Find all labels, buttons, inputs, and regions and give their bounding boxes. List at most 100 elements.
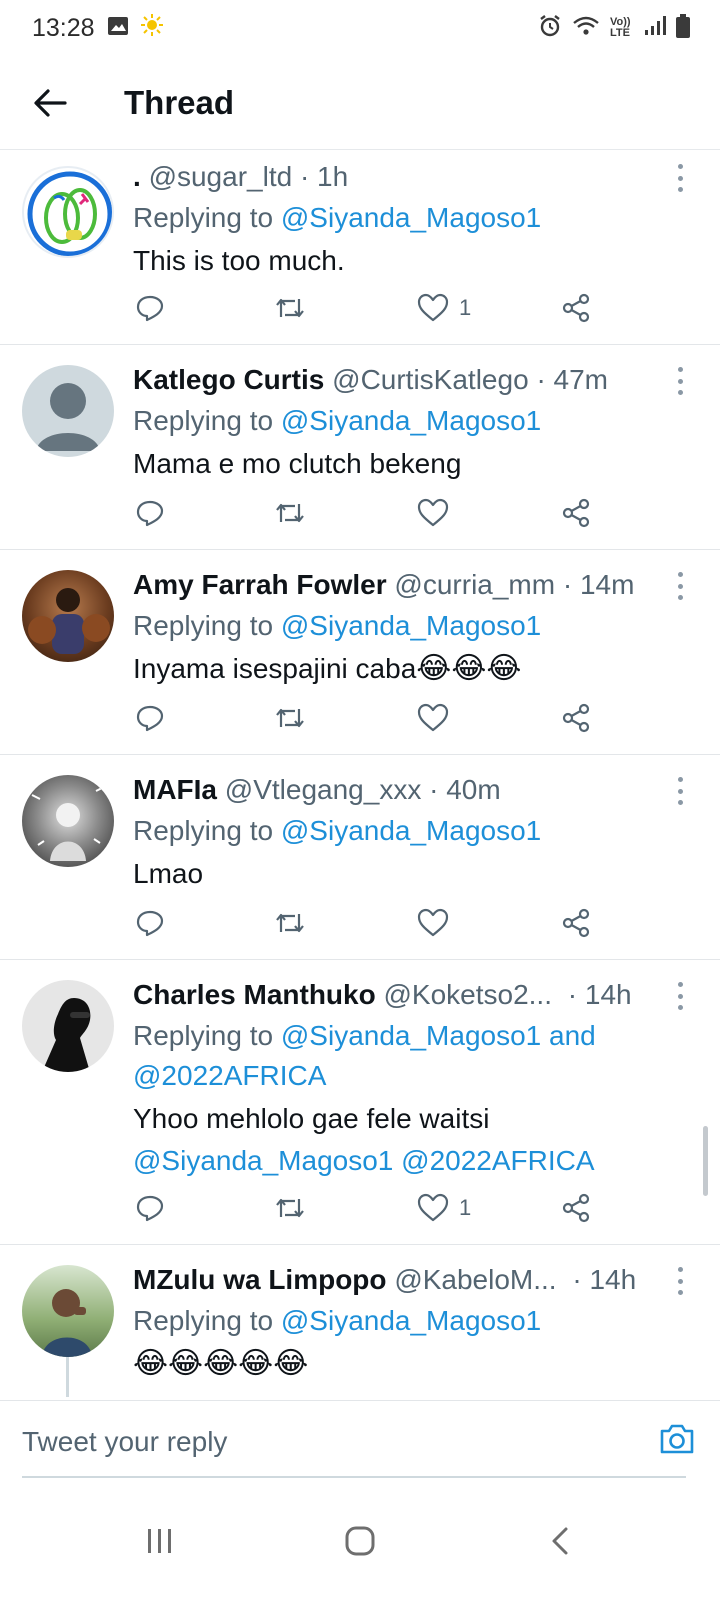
mention-link[interactable]: @Siyanda_Magoso1 (281, 202, 541, 233)
tweet-item[interactable]: . @sugar_ltd · 1h Replying to @Siyanda_M… (0, 150, 720, 345)
retweet-button[interactable] (273, 1193, 307, 1223)
like-button[interactable]: 1 (417, 1193, 471, 1223)
retweet-button[interactable] (273, 498, 307, 528)
avatar[interactable] (22, 570, 114, 662)
alarm-icon (538, 14, 562, 43)
reply-icon (136, 910, 164, 937)
mention-link[interactable]: @Siyanda_Magoso1 (281, 815, 541, 846)
status-bar: 13:28 Vo)) LTE (0, 0, 720, 56)
retweet-icon (276, 298, 304, 318)
display-name[interactable]: MZulu wa Limpopo (133, 1264, 387, 1295)
tweet-time: · 47m (536, 364, 609, 395)
tweet-item[interactable]: Amy Farrah Fowler @curria_mm · 14m Reply… (0, 550, 720, 755)
more-options-button[interactable] (670, 982, 690, 1010)
mention-link[interactable]: @Siyanda_Magoso1 (133, 1145, 393, 1176)
user-handle: @Koketso2... (383, 979, 552, 1010)
tweet-text: Inyama isespajini caba😂😂😂 (133, 652, 522, 685)
retweet-icon (276, 708, 304, 728)
share-icon (562, 293, 590, 323)
reply-button[interactable] (135, 908, 165, 938)
thread-connector (66, 1357, 69, 1397)
tweet-actions (133, 698, 600, 738)
replying-to: Replying to @Siyanda_Magoso1 (133, 1305, 542, 1336)
share-button[interactable] (561, 908, 591, 938)
retweet-button[interactable] (273, 703, 307, 733)
avatar[interactable] (22, 980, 114, 1072)
display-name[interactable]: MAFIa (133, 774, 217, 805)
mention-link[interactable]: @Siyanda_Magoso1 (281, 405, 541, 436)
avatar[interactable] (22, 775, 114, 867)
tweet-item[interactable]: Katlego Curtis @CurtisKatlego · 47m Repl… (0, 345, 720, 550)
retweet-icon (276, 913, 304, 933)
tweet-text: This is too much. (133, 245, 345, 276)
mention-link[interactable]: @2022AFRICA (401, 1145, 594, 1176)
user-handle: @curria_mm (394, 569, 556, 600)
tweet-item[interactable]: MZulu wa Limpopo @KabeloM... · 14h Reply… (0, 1245, 720, 1425)
user-handle: @sugar_ltd (148, 161, 293, 192)
mention-link[interactable]: @Siyanda_Magoso1 (281, 1305, 541, 1336)
reply-icon (136, 500, 164, 527)
replying-to: Replying to @Siyanda_Magoso1 (133, 202, 542, 233)
display-name[interactable]: Katlego Curtis (133, 364, 324, 395)
display-name[interactable]: . (133, 161, 141, 192)
signal-icon (644, 15, 666, 41)
share-icon (562, 908, 590, 938)
more-options-button[interactable] (670, 367, 690, 395)
share-button[interactable] (561, 498, 591, 528)
composer-divider (22, 1476, 686, 1478)
like-button[interactable] (417, 498, 449, 528)
share-button[interactable] (561, 1193, 591, 1223)
tweet-item[interactable]: Charles Manthuko @Koketso2... · 14h Repl… (0, 960, 720, 1245)
tweet-time: · 14h (567, 979, 632, 1010)
display-name[interactable]: Amy Farrah Fowler (133, 569, 387, 600)
wifi-icon (572, 15, 600, 42)
back-button[interactable] (20, 73, 80, 133)
reply-button[interactable] (135, 293, 165, 323)
like-button[interactable]: 1 (417, 293, 471, 323)
like-button[interactable] (417, 703, 449, 733)
display-name[interactable]: Charles Manthuko (133, 979, 376, 1010)
tweet-item[interactable]: MAFIa @Vtlegang_xxx · 40m Replying to @S… (0, 755, 720, 960)
status-time: 13:28 (32, 13, 95, 42)
home-icon (345, 1526, 375, 1556)
mention-link[interactable]: @Siyanda_Magoso1 (281, 1020, 541, 1051)
avatar[interactable] (22, 1265, 114, 1357)
scrollbar[interactable] (703, 1126, 708, 1196)
reply-input[interactable]: Tweet your reply (22, 1426, 227, 1458)
tweet-text: Lmao (133, 858, 204, 889)
tweet-time: · 40m (429, 774, 501, 805)
share-button[interactable] (561, 293, 591, 323)
avatar[interactable] (22, 365, 114, 457)
more-options-button[interactable] (670, 1267, 690, 1295)
app-header: Thread (0, 56, 720, 150)
heart-icon (417, 908, 449, 937)
camera-icon[interactable] (658, 1422, 696, 1461)
user-handle: @CurtisKatlego (332, 364, 529, 395)
recent-apps-button[interactable] (120, 1501, 200, 1581)
more-options-button[interactable] (670, 572, 690, 600)
reply-icon (136, 705, 164, 732)
more-options-button[interactable] (670, 777, 690, 805)
system-back-button[interactable] (520, 1501, 600, 1581)
page-title: Thread (124, 83, 235, 121)
heart-icon (417, 293, 449, 322)
heart-icon (417, 1193, 449, 1222)
replying-to: Replying to @Siyanda_Magoso1 (133, 610, 542, 641)
avatar[interactable] (22, 166, 114, 258)
mention-link[interactable]: @2022AFRICA (133, 1060, 326, 1091)
share-icon (562, 1193, 590, 1223)
share-button[interactable] (561, 703, 591, 733)
reply-button[interactable] (135, 498, 165, 528)
retweet-button[interactable] (273, 293, 307, 323)
retweet-button[interactable] (273, 908, 307, 938)
mention-link[interactable]: @Siyanda_Magoso1 (281, 610, 541, 641)
more-options-button[interactable] (670, 164, 690, 192)
heart-icon (417, 498, 449, 527)
tweet-text: Yhoo mehlolo gae fele waitsi @Siyanda_Ma… (133, 1103, 595, 1176)
reply-composer[interactable]: Tweet your reply (0, 1400, 720, 1482)
like-button[interactable] (417, 908, 449, 938)
reply-button[interactable] (135, 703, 165, 733)
share-icon (562, 498, 590, 528)
reply-button[interactable] (135, 1193, 165, 1223)
home-button[interactable] (320, 1501, 400, 1581)
